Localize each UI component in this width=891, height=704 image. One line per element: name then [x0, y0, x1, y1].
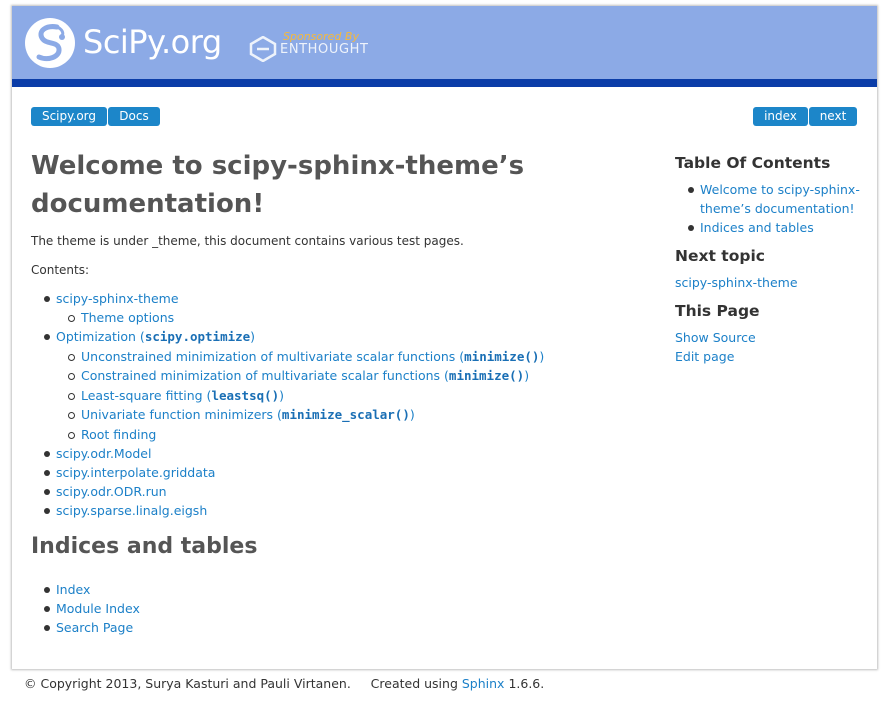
list-bullet [44, 489, 50, 495]
toc-item-text: Univariate function minimizers ( [81, 407, 282, 422]
nav-docs-button[interactable]: Docs [108, 107, 160, 126]
toc-item-constrained-minimization[interactable]: Constrained minimization of multivariate… [81, 366, 529, 385]
toc-item-text: Constrained minimization of multivariate… [81, 368, 449, 383]
toc-item-scipy-sphinx-theme[interactable]: scipy-sphinx-theme [56, 289, 179, 308]
module-index-link[interactable]: Module Index [56, 599, 140, 618]
code-literal: leastsq() [211, 388, 280, 403]
list-bullet [68, 412, 75, 419]
toc-item-univariate-minimizers[interactable]: Univariate function minimizers (minimize… [81, 405, 415, 424]
page-footer: © Copyright 2013, Surya Kasturi and Paul… [24, 676, 544, 691]
index-link[interactable]: Index [56, 580, 90, 599]
nav-next-button[interactable]: next [809, 107, 857, 126]
contents-label: Contents: [31, 263, 90, 277]
toc-item-root-finding[interactable]: Root finding [81, 425, 156, 444]
toc-item-least-square-fitting[interactable]: Least-square fitting (leastsq()) [81, 386, 284, 405]
toc-item-optimization[interactable]: Optimization (scipy.optimize) [56, 327, 255, 346]
footer-version: 1.6.6. [508, 676, 545, 691]
list-bullet [44, 625, 50, 631]
toc-item-eigsh[interactable]: scipy.sparse.linalg.eigsh [56, 501, 207, 520]
sphinx-link[interactable]: Sphinx [462, 676, 505, 691]
list-bullet [68, 393, 75, 400]
toc-item-text: ) [250, 329, 256, 344]
toc-item-griddata[interactable]: scipy.interpolate.griddata [56, 463, 215, 482]
page-title: Welcome to scipy-sphinx-theme’s document… [31, 147, 591, 223]
sidebar-toc-welcome-link[interactable]: Welcome to scipy-sphinx- theme’s documen… [700, 180, 860, 218]
list-bullet [44, 334, 50, 340]
enthought-logo-icon [249, 36, 277, 62]
code-literal: minimize() [464, 349, 540, 364]
intro-text: The theme is under _theme, this document… [31, 234, 464, 248]
sidebar-toc-indices-link[interactable]: Indices and tables [700, 218, 814, 237]
toc-item-unconstrained-minimization[interactable]: Unconstrained minimization of multivaria… [81, 347, 544, 366]
sidebar-next-heading: Next topic [675, 247, 765, 265]
page-title-line2: documentation! [31, 189, 265, 219]
toc-item-text: ) [539, 349, 545, 364]
page-card: SciPy.org Sponsored By ENTHOUGHT Scipy.o… [12, 6, 877, 669]
list-bullet [44, 296, 50, 302]
code-literal: minimize_scalar() [281, 407, 410, 422]
code-literal: scipy.optimize [144, 329, 251, 344]
toc-item-text: Optimization ( [56, 329, 145, 344]
code-literal: minimize() [448, 368, 525, 383]
page-title-line1: Welcome to scipy-sphinx-theme’s [31, 151, 525, 181]
edit-page-link[interactable]: Edit page [675, 347, 734, 366]
site-header: SciPy.org Sponsored By ENTHOUGHT [12, 6, 877, 79]
search-page-link[interactable]: Search Page [56, 618, 133, 637]
sidebar-this-page-heading: This Page [675, 302, 760, 320]
sidebar-toc-heading: Table Of Contents [675, 154, 831, 172]
enthought-name: ENTHOUGHT [280, 42, 369, 57]
sidebar-toc-welcome-line1: Welcome to scipy-sphinx- [700, 182, 860, 197]
list-bullet [44, 606, 50, 612]
indices-heading: Indices and tables [31, 534, 258, 559]
list-bullet [68, 373, 75, 380]
list-bullet [68, 354, 75, 361]
list-bullet [68, 432, 75, 439]
list-bullet [688, 187, 694, 193]
footer-copyright: © Copyright 2013, Surya Kasturi and Paul… [24, 676, 351, 691]
footer-created-using: Created using [370, 676, 458, 691]
nav-index-button[interactable]: index [753, 107, 808, 126]
show-source-link[interactable]: Show Source [675, 328, 756, 347]
nav-scipy-org-button[interactable]: Scipy.org [31, 107, 107, 126]
site-logo-text[interactable]: SciPy.org [83, 23, 222, 61]
list-bullet [44, 470, 50, 476]
list-bullet [44, 508, 50, 514]
list-bullet [44, 451, 50, 457]
sidebar-next-link[interactable]: scipy-sphinx-theme [675, 273, 798, 292]
toc-item-text: ) [524, 368, 530, 383]
list-bullet [68, 315, 75, 322]
toc-item-odr-model[interactable]: scipy.odr.Model [56, 444, 151, 463]
list-bullet [688, 225, 694, 231]
toc-item-text: ) [279, 388, 285, 403]
toc-item-theme-options[interactable]: Theme options [81, 308, 174, 327]
header-divider [12, 79, 877, 87]
toc-item-text: ) [409, 407, 415, 422]
toc-item-text: Unconstrained minimization of multivaria… [81, 349, 465, 364]
scipy-logo-icon[interactable] [24, 17, 76, 69]
toc-item-text: Least-square fitting ( [81, 388, 212, 403]
list-bullet [44, 587, 50, 593]
sidebar-toc-welcome-line2: theme’s documentation! [700, 201, 855, 216]
toc-item-odr-run[interactable]: scipy.odr.ODR.run [56, 482, 167, 501]
